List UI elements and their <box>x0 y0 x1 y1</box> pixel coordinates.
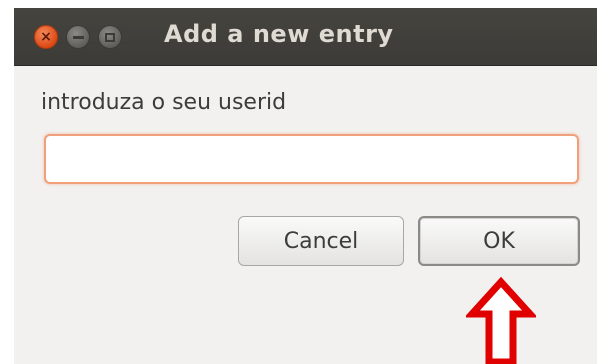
window-title: Add a new entry <box>164 20 394 48</box>
arrow-up-icon <box>466 276 536 364</box>
cancel-button[interactable]: Cancel <box>238 216 404 266</box>
ok-button-label: OK <box>483 228 515 254</box>
userid-prompt-label: introduza o seu userid <box>41 90 287 115</box>
minimize-icon[interactable] <box>66 25 90 49</box>
close-icon[interactable]: × <box>34 25 58 49</box>
userid-input[interactable] <box>44 134 579 184</box>
maximize-icon[interactable] <box>98 25 122 49</box>
title-bar[interactable]: × Add a new entry <box>14 8 597 66</box>
ok-button[interactable]: OK <box>418 216 580 266</box>
cancel-button-label: Cancel <box>283 228 359 254</box>
screenshot-frame: × Add a new entry introduza o seu userid… <box>0 0 597 364</box>
